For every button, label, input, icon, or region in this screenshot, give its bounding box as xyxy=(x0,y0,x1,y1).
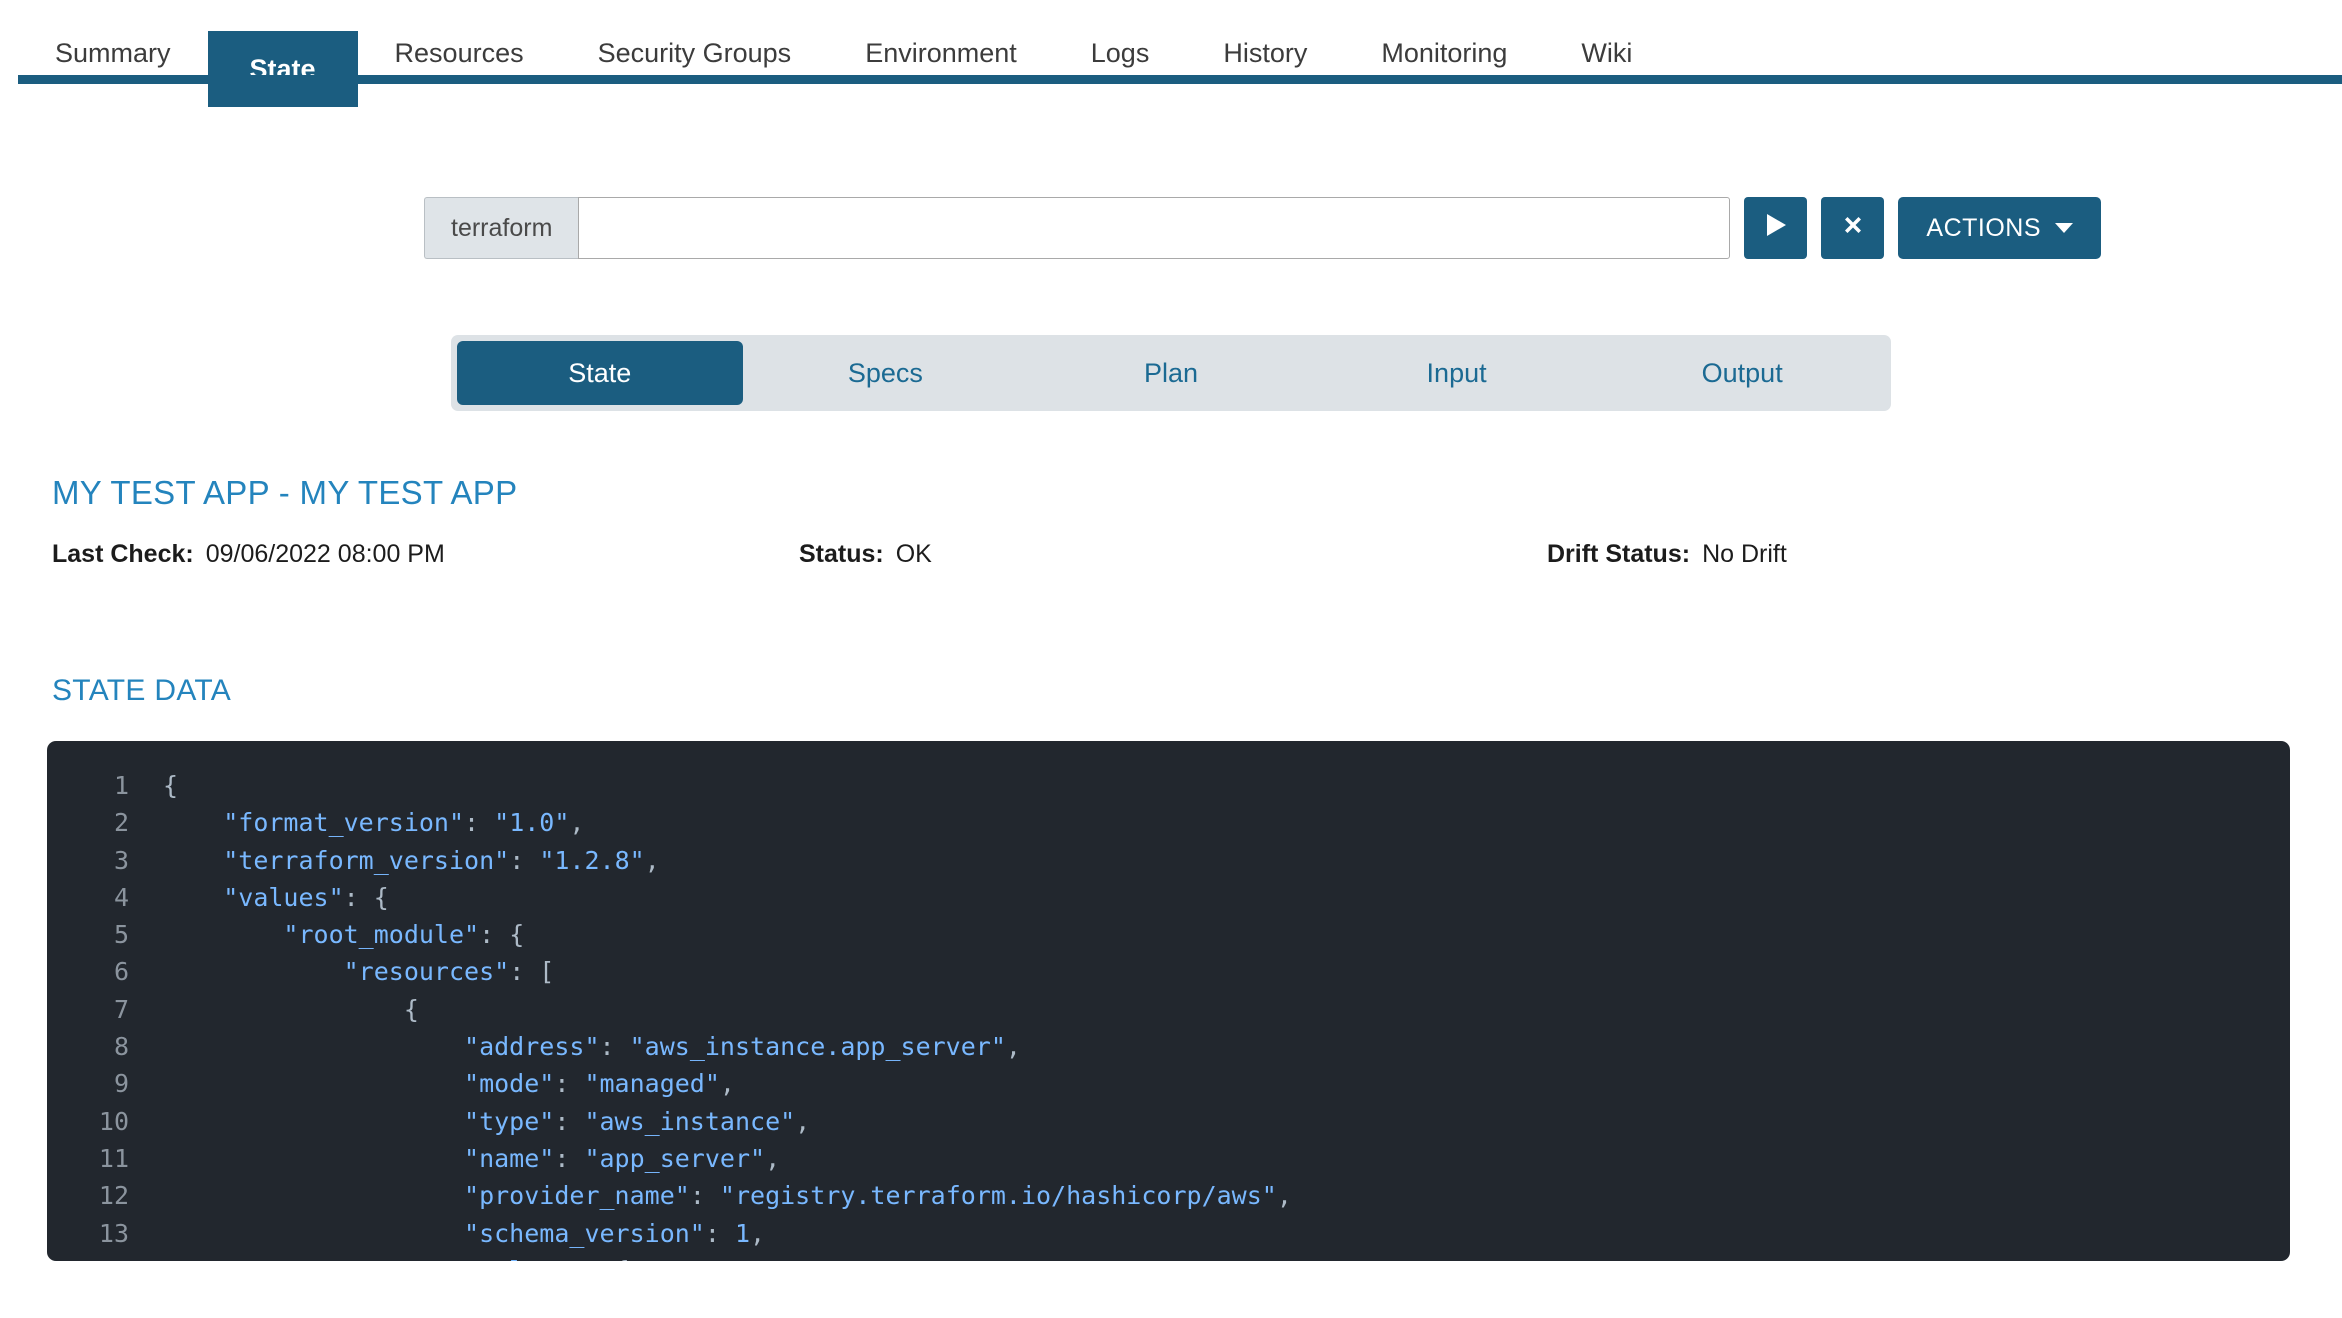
code-line-text: "address": "aws_instance.app_server", xyxy=(163,1028,1021,1065)
code-line-text: "provider_name": "registry.terraform.io/… xyxy=(163,1177,1292,1214)
line-number: 10 xyxy=(47,1103,163,1140)
code-line: 9 "mode": "managed", xyxy=(47,1065,2290,1102)
code-line-text: "format_version": "1.0", xyxy=(163,804,584,841)
line-number: 4 xyxy=(47,879,163,916)
code-line: 10 "type": "aws_instance", xyxy=(47,1103,2290,1140)
state-subtab-group: StateSpecsPlanInputOutput xyxy=(451,335,1891,411)
close-icon xyxy=(1841,213,1865,244)
nav-tab-logs[interactable]: Logs xyxy=(1054,0,1187,107)
page-title: MY TEST APP - MY TEST APP xyxy=(52,474,2342,512)
code-line-text: "schema_version": 1, xyxy=(163,1215,765,1252)
meta-label: Last Check: xyxy=(52,540,194,569)
code-line: 7 { xyxy=(47,991,2290,1028)
code-line-text: { xyxy=(163,767,178,804)
subtab-specs[interactable]: Specs xyxy=(743,341,1029,405)
nav-underline xyxy=(18,75,2342,84)
nav-tab-wiki[interactable]: Wiki xyxy=(1544,0,1669,107)
code-line: 14 "values": { xyxy=(47,1252,2290,1261)
line-number: 12 xyxy=(47,1177,163,1214)
code-line: 6 "resources": [ xyxy=(47,953,2290,990)
code-line-text: "values": { xyxy=(163,879,389,916)
clear-command-button[interactable] xyxy=(1821,197,1884,259)
line-number: 3 xyxy=(47,842,163,879)
command-prefix-label: terraform xyxy=(424,197,578,259)
code-line-text: "mode": "managed", xyxy=(163,1065,735,1102)
active-tab-caret-icon xyxy=(285,84,333,107)
code-line-text: "terraform_version": "1.2.8", xyxy=(163,842,660,879)
code-line: 12 "provider_name": "registry.terraform.… xyxy=(47,1177,2290,1214)
actions-dropdown-button[interactable]: ACTIONS xyxy=(1898,197,2101,259)
nav-tab-security-groups[interactable]: Security Groups xyxy=(561,0,829,107)
line-number: 14 xyxy=(47,1252,163,1261)
subtab-plan[interactable]: Plan xyxy=(1028,341,1314,405)
code-line: 11 "name": "app_server", xyxy=(47,1140,2290,1177)
main-content: MY TEST APP - MY TEST APP Last Check: 09/… xyxy=(0,474,2342,708)
run-command-button[interactable] xyxy=(1744,197,1807,259)
line-number: 8 xyxy=(47,1028,163,1065)
meta-label: Drift Status: xyxy=(1547,540,1690,569)
code-line-text: "root_module": { xyxy=(163,916,524,953)
section-title-state-data: STATE DATA xyxy=(52,674,2342,708)
command-input[interactable] xyxy=(578,197,1730,259)
line-number: 2 xyxy=(47,804,163,841)
top-nav-tablist: SummaryStateResourcesSecurity GroupsEnvi… xyxy=(0,0,2342,107)
code-line: 8 "address": "aws_instance.app_server", xyxy=(47,1028,2290,1065)
nav-tab-history[interactable]: History xyxy=(1186,0,1344,107)
line-number: 9 xyxy=(47,1065,163,1102)
code-line: 4 "values": { xyxy=(47,879,2290,916)
meta-drift-status: Drift Status: No Drift xyxy=(1547,540,1787,569)
page-meta-row: Last Check: 09/06/2022 08:00 PM Status: OK D… xyxy=(52,540,2342,574)
code-line-text: "values": { xyxy=(163,1252,630,1261)
nav-tab-monitoring[interactable]: Monitoring xyxy=(1344,0,1544,107)
code-line-text: "resources": [ xyxy=(163,953,554,990)
subtab-input[interactable]: Input xyxy=(1314,341,1600,405)
line-number: 13 xyxy=(47,1215,163,1252)
top-navigation: SummaryStateResourcesSecurity GroupsEnvi… xyxy=(0,0,2342,107)
line-number: 5 xyxy=(47,916,163,953)
nav-tab-resources[interactable]: Resources xyxy=(358,0,561,107)
meta-last-check: Last Check: 09/06/2022 08:00 PM xyxy=(52,540,445,569)
meta-value: 09/06/2022 08:00 PM xyxy=(206,540,445,569)
subtab-output[interactable]: Output xyxy=(1599,341,1885,405)
code-line: 1{ xyxy=(47,767,2290,804)
code-line-text: { xyxy=(163,991,419,1028)
code-line: 3 "terraform_version": "1.2.8", xyxy=(47,842,2290,879)
meta-value: No Drift xyxy=(1702,540,1787,569)
line-number: 11 xyxy=(47,1140,163,1177)
code-line: 13 "schema_version": 1, xyxy=(47,1215,2290,1252)
code-line: 5 "root_module": { xyxy=(47,916,2290,953)
line-number: 1 xyxy=(47,767,163,804)
meta-status: Status: OK xyxy=(799,540,932,569)
line-number: 7 xyxy=(47,991,163,1028)
command-bar: terraform ACTIONS xyxy=(0,107,2342,259)
subtab-state[interactable]: State xyxy=(457,341,743,405)
actions-label: ACTIONS xyxy=(1926,214,2041,243)
play-icon xyxy=(1765,213,1787,244)
code-line: 2 "format_version": "1.0", xyxy=(47,804,2290,841)
line-number: 6 xyxy=(47,953,163,990)
meta-label: Status: xyxy=(799,540,884,569)
chevron-down-icon xyxy=(2055,223,2073,233)
nav-tab-summary[interactable]: Summary xyxy=(18,0,208,107)
nav-tab-state[interactable]: State xyxy=(208,31,358,107)
nav-tab-environment[interactable]: Environment xyxy=(828,0,1054,107)
code-line-text: "name": "app_server", xyxy=(163,1140,780,1177)
code-line-text: "type": "aws_instance", xyxy=(163,1103,810,1140)
state-data-code-block[interactable]: 1{2 "format_version": "1.0",3 "terraform… xyxy=(47,741,2290,1261)
meta-value: OK xyxy=(896,540,932,569)
